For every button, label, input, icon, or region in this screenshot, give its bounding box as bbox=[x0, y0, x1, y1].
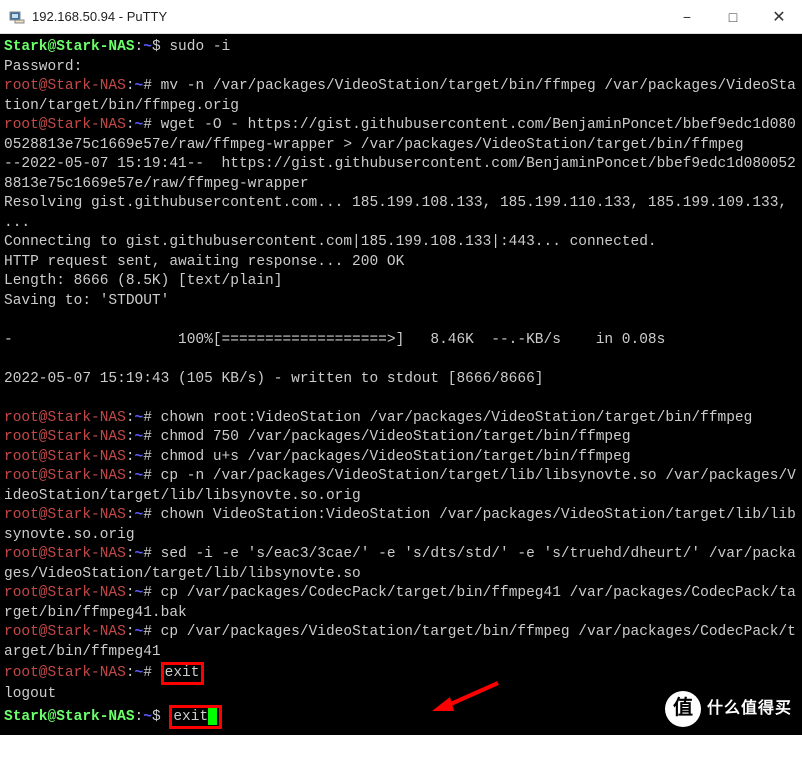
prompt-colon: : bbox=[126, 507, 135, 523]
command-text: chmod u+s /var/packages/VideoStation/tar… bbox=[161, 449, 631, 465]
prompt-path: ~ bbox=[135, 410, 144, 426]
watermark-text: 什么值得买 bbox=[707, 699, 792, 719]
command-text: exit bbox=[173, 709, 208, 725]
terminal-output-line: Saving to: 'STDOUT' bbox=[4, 293, 169, 309]
prompt-colon: : bbox=[126, 665, 135, 681]
close-icon: ✕ bbox=[772, 7, 785, 27]
title-bar[interactable]: 192.168.50.94 - PuTTY − □ ✕ bbox=[0, 0, 802, 34]
prompt-user-host: Stark@Stark-NAS bbox=[4, 39, 135, 55]
highlighted-command: exit bbox=[169, 705, 222, 729]
maximize-button[interactable]: □ bbox=[710, 0, 756, 34]
prompt-colon: : bbox=[135, 39, 144, 55]
close-button[interactable]: ✕ bbox=[756, 0, 802, 34]
prompt-path: ~ bbox=[135, 546, 144, 562]
prompt-sigil: # bbox=[143, 546, 152, 562]
putty-icon bbox=[8, 8, 26, 26]
prompt-sigil: # bbox=[143, 468, 152, 484]
prompt-user-host: root@Stark-NAS bbox=[4, 507, 126, 523]
watermark-badge: 值 bbox=[665, 691, 701, 727]
terminal-output-line: Connecting to gist.githubusercontent.com… bbox=[4, 234, 657, 250]
prompt-user-host: Stark@Stark-NAS bbox=[4, 709, 135, 725]
highlighted-command: exit bbox=[161, 662, 205, 685]
prompt-colon: : bbox=[126, 468, 135, 484]
prompt-sigil: # bbox=[143, 78, 152, 94]
prompt-user-host: root@Stark-NAS bbox=[4, 624, 126, 640]
prompt-colon: : bbox=[126, 449, 135, 465]
prompt-path: ~ bbox=[135, 585, 144, 601]
prompt-colon: : bbox=[126, 78, 135, 94]
prompt-path: ~ bbox=[135, 78, 144, 94]
prompt-path: ~ bbox=[135, 665, 144, 681]
window-title: 192.168.50.94 - PuTTY bbox=[32, 9, 167, 24]
prompt-colon: : bbox=[126, 410, 135, 426]
prompt-path: ~ bbox=[135, 429, 144, 445]
prompt-sigil: $ bbox=[152, 709, 161, 725]
annotation-arrow bbox=[430, 677, 500, 725]
prompt-sigil: # bbox=[143, 507, 152, 523]
terminal-output-line: Resolving gist.githubusercontent.com... … bbox=[4, 195, 796, 231]
terminal-output-line: --2022-05-07 15:19:41-- https://gist.git… bbox=[4, 156, 796, 192]
command-text: chmod 750 /var/packages/VideoStation/tar… bbox=[161, 429, 631, 445]
prompt-path: ~ bbox=[135, 117, 144, 133]
prompt-user-host: root@Stark-NAS bbox=[4, 665, 126, 681]
terminal-output-line: Length: 8666 (8.5K) [text/plain] bbox=[4, 273, 282, 289]
prompt-sigil: # bbox=[143, 410, 152, 426]
prompt-colon: : bbox=[126, 429, 135, 445]
prompt-user-host: root@Stark-NAS bbox=[4, 117, 126, 133]
prompt-sigil: # bbox=[143, 665, 152, 681]
prompt-colon: : bbox=[126, 546, 135, 562]
command-text: sudo -i bbox=[169, 39, 230, 55]
prompt-sigil: $ bbox=[152, 39, 161, 55]
putty-window: 192.168.50.94 - PuTTY − □ ✕ Stark@Stark-… bbox=[0, 0, 802, 735]
prompt-colon: : bbox=[135, 709, 144, 725]
prompt-path: ~ bbox=[135, 468, 144, 484]
prompt-user-host: root@Stark-NAS bbox=[4, 468, 126, 484]
minimize-icon: − bbox=[683, 9, 691, 25]
prompt-colon: : bbox=[126, 624, 135, 640]
terminal-output-line: Password: bbox=[4, 59, 82, 75]
prompt-path: ~ bbox=[135, 449, 144, 465]
prompt-sigil: # bbox=[143, 117, 152, 133]
prompt-path: ~ bbox=[135, 507, 144, 523]
prompt-sigil: # bbox=[143, 449, 152, 465]
cursor bbox=[208, 708, 217, 725]
maximize-icon: □ bbox=[729, 9, 737, 25]
prompt-sigil: # bbox=[143, 624, 152, 640]
prompt-user-host: root@Stark-NAS bbox=[4, 546, 126, 562]
prompt-sigil: # bbox=[143, 429, 152, 445]
prompt-user-host: root@Stark-NAS bbox=[4, 585, 126, 601]
prompt-path: ~ bbox=[135, 624, 144, 640]
prompt-path: ~ bbox=[143, 709, 152, 725]
terminal-output-line: - 100%[===================>] 8.46K --.-K… bbox=[4, 332, 665, 348]
prompt-user-host: root@Stark-NAS bbox=[4, 449, 126, 465]
terminal-viewport[interactable]: Stark@Stark-NAS:~$ sudo -i Password: roo… bbox=[0, 34, 802, 735]
terminal-output-line: HTTP request sent, awaiting response... … bbox=[4, 254, 404, 270]
terminal-output-line: 2022-05-07 15:19:43 (105 KB/s) - written… bbox=[4, 371, 544, 387]
command-text: exit bbox=[165, 665, 200, 681]
command-text: chown root:VideoStation /var/packages/Vi… bbox=[161, 410, 753, 426]
watermark: 值什么值得买 bbox=[665, 689, 792, 729]
prompt-path: ~ bbox=[143, 39, 152, 55]
prompt-colon: : bbox=[126, 585, 135, 601]
prompt-colon: : bbox=[126, 117, 135, 133]
prompt-user-host: root@Stark-NAS bbox=[4, 78, 126, 94]
prompt-user-host: root@Stark-NAS bbox=[4, 429, 126, 445]
prompt-user-host: root@Stark-NAS bbox=[4, 410, 126, 426]
minimize-button[interactable]: − bbox=[664, 0, 710, 34]
terminal-output-line: logout bbox=[4, 686, 56, 702]
prompt-sigil: # bbox=[143, 585, 152, 601]
